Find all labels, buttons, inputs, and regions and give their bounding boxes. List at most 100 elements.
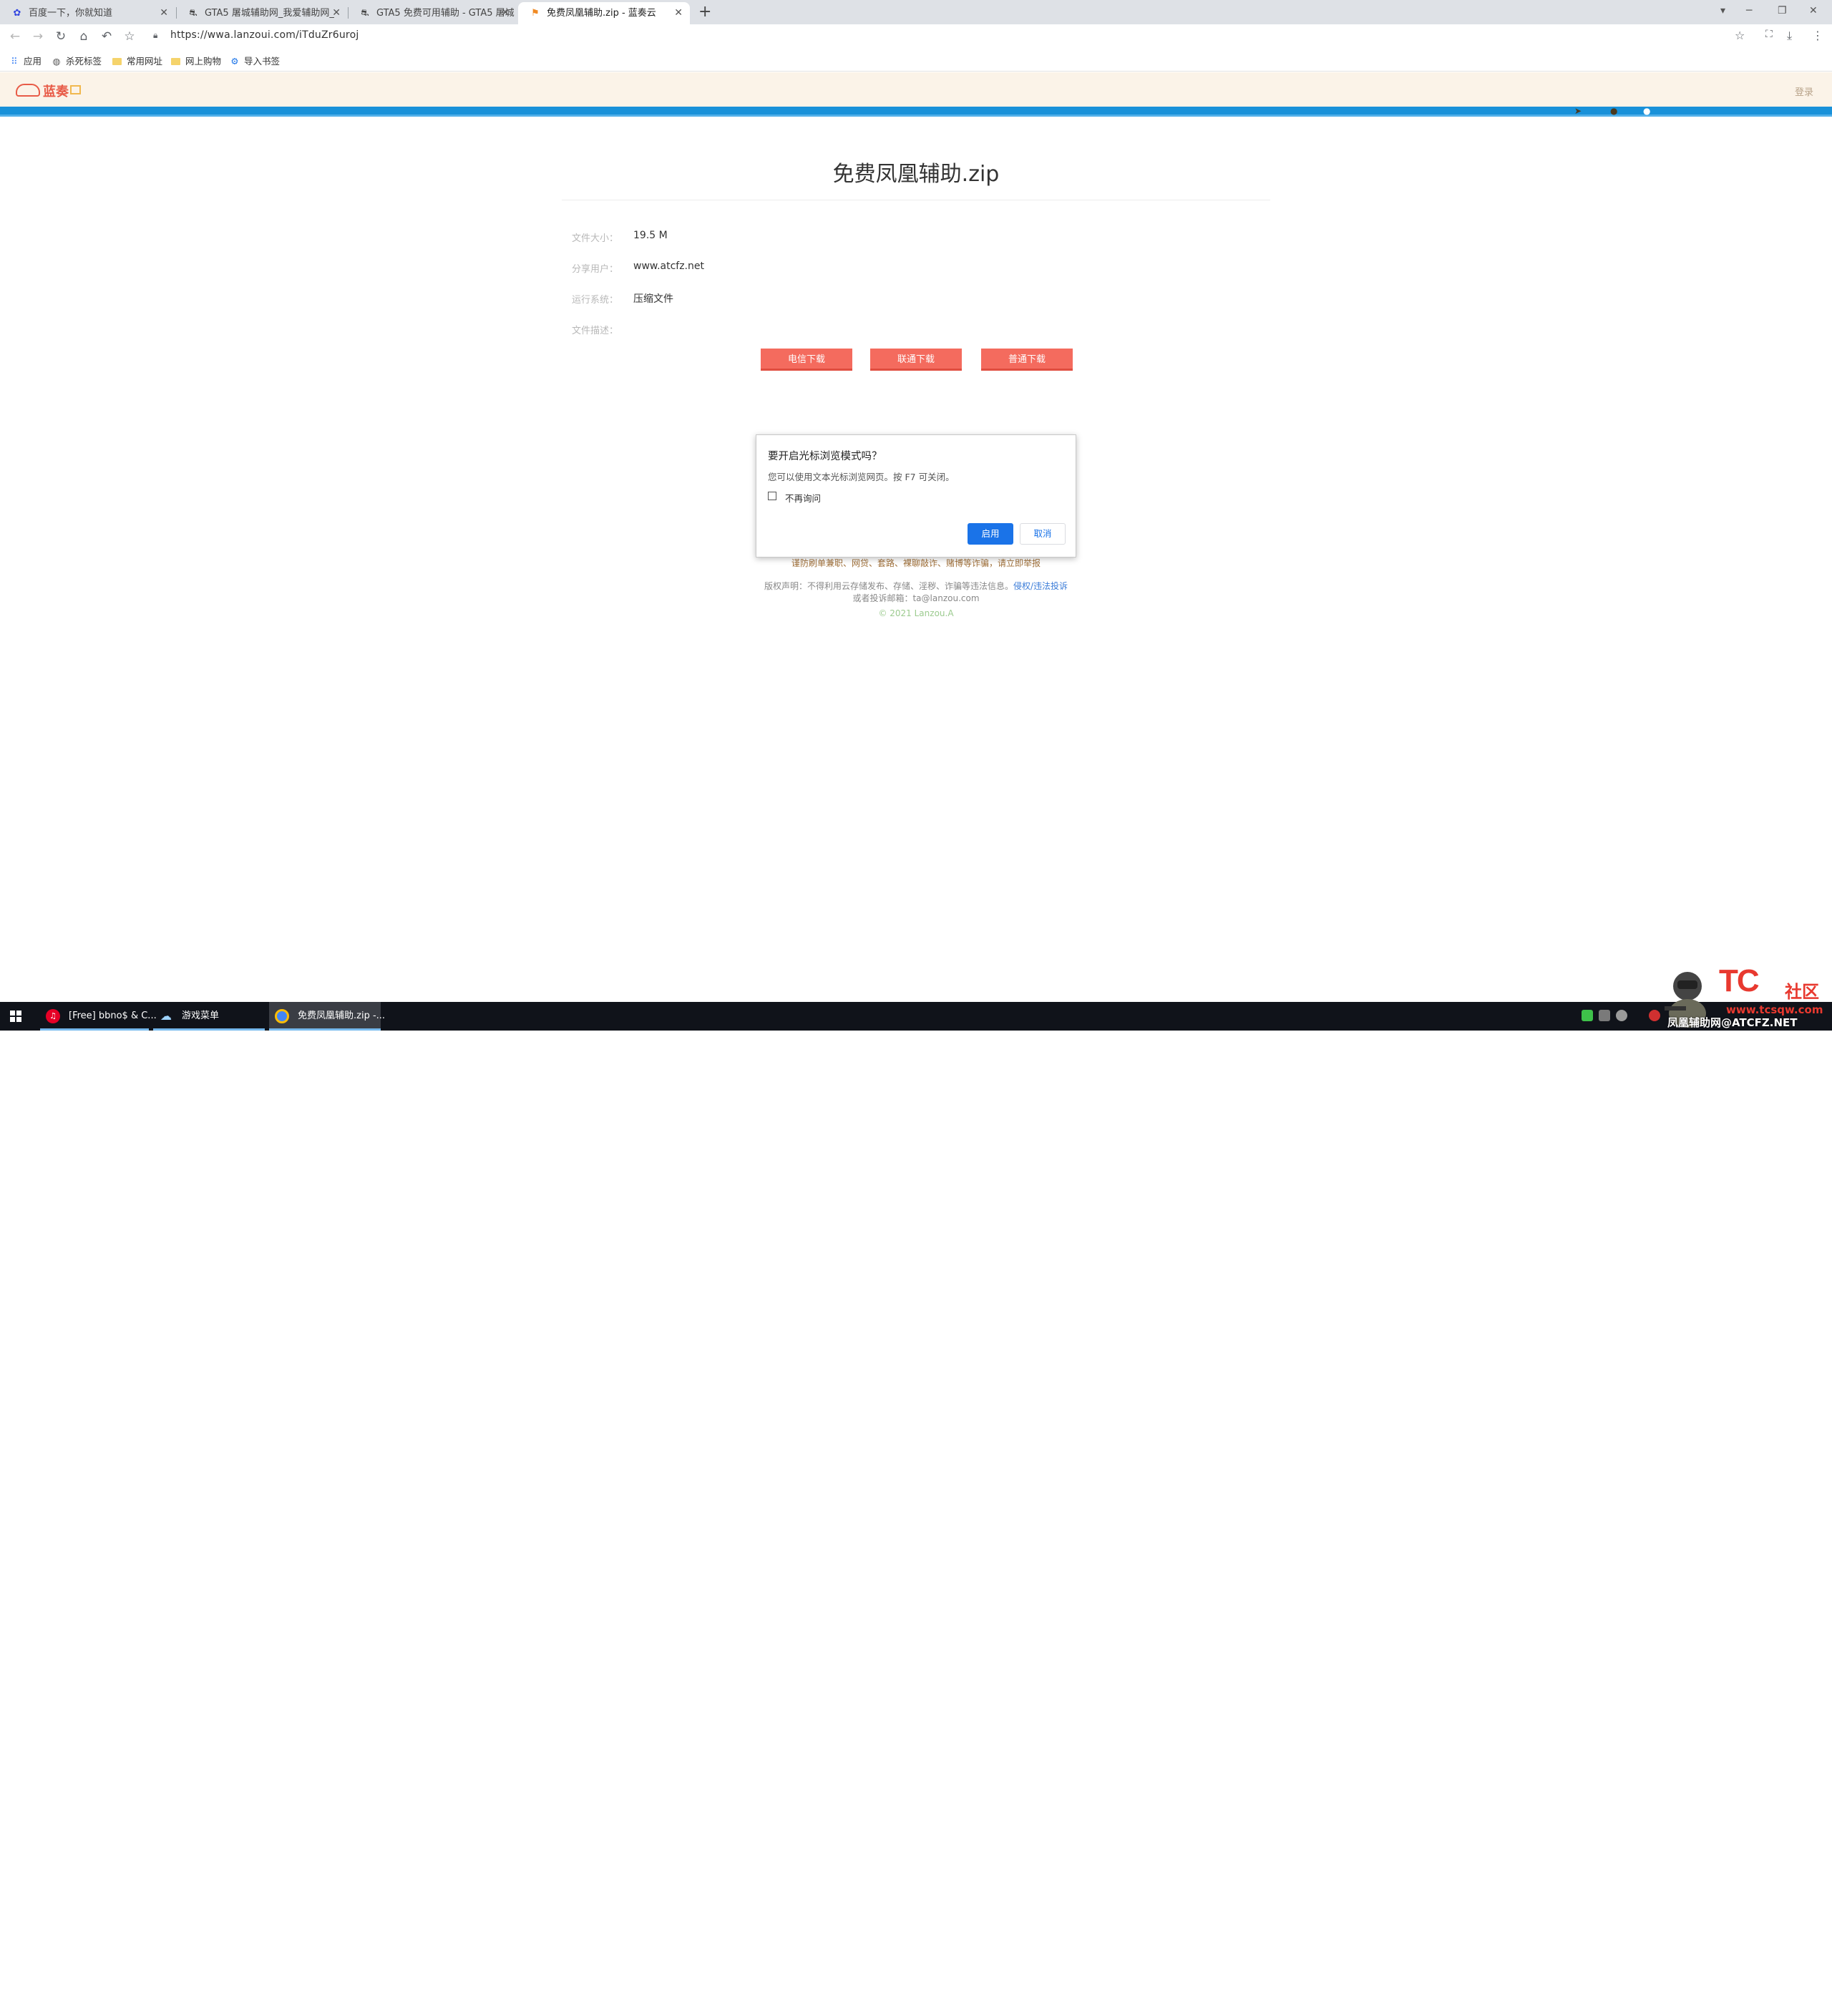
apps-grid-icon: ⠿	[11, 56, 18, 67]
bookmark-label: 杀死标签	[66, 56, 102, 67]
baidu-paw-icon: ✿	[13, 8, 21, 19]
app-tray-icon[interactable]	[1599, 1010, 1610, 1021]
windows-start-icon[interactable]	[10, 1011, 21, 1022]
restore-icon[interactable]: ❐	[1778, 0, 1787, 21]
tab-gta5-tucheng[interactable]: ⛐ GTA5 屠城辅助网_我爱辅助网_ ✕	[176, 2, 348, 24]
tab-title: GTA5 屠城辅助网_我爱辅助网_	[205, 8, 334, 19]
clock[interactable]: 1:35	[1793, 2007, 1811, 2016]
cancel-button[interactable]: 取消	[1020, 523, 1066, 545]
login-link[interactable]: 登录	[1795, 84, 1813, 98]
taskbar-label: 免费凤凰辅助.zip -...	[298, 1011, 386, 1021]
folder-icon	[112, 58, 122, 65]
copyright-notice: 版权声明：不得利用云存储发布、存储、淫秽、诈骗等违法信息。侵权/违法投诉	[0, 580, 1832, 592]
os-value: 压缩文件	[633, 293, 673, 305]
header-accent-bar: ➤ ● ●	[0, 107, 1832, 117]
tab-title: GTA5 免费可用辅助 - GTA5 屠城	[376, 8, 515, 19]
bookmark-label: 应用	[24, 56, 42, 67]
cloud-logo-icon	[16, 84, 40, 97]
taskbar-label: 游戏菜单	[182, 1011, 220, 1021]
minimize-icon[interactable]: ─	[1746, 0, 1752, 21]
forward-icon[interactable]: →	[30, 29, 46, 44]
taskbar-item-game-menu[interactable]: ☁ 游戏菜单	[153, 1002, 265, 1031]
browser-toolbar: ← → ↻ ⌂ ↶ ☆ 🔒︎ https://wwa.lanzoui.com/i…	[0, 24, 1832, 49]
bookmark-apps[interactable]: ⠿ 应用	[9, 54, 42, 67]
sparkle-icon: ●	[1643, 106, 1651, 116]
home-icon[interactable]: ⌂	[76, 29, 92, 44]
netease-music-icon: ♫	[46, 1009, 60, 1023]
file-title: 免费凤凰辅助.zip	[832, 162, 1000, 187]
close-icon[interactable]: ✕	[332, 2, 341, 24]
caret-browsing-dialog: 要开启光标浏览模式吗？ 您可以使用文本光标浏览网页。按 F7 可关闭。 不再询问…	[756, 434, 1076, 557]
mascot-icon: ●	[1610, 106, 1618, 116]
normal-download-button[interactable]: 普通下载	[981, 349, 1073, 371]
network-tray-icon[interactable]	[1616, 1010, 1627, 1021]
copyright-notice-text: 版权声明：不得利用云存储发布、存储、淫秽、诈骗等违法信息。	[764, 581, 1013, 591]
download-icon[interactable]: ⤓	[1787, 29, 1792, 43]
gta-logo-icon: ⛐	[189, 8, 198, 19]
dont-ask-label[interactable]: 不再询问	[785, 491, 821, 505]
globe-icon: ◍	[52, 56, 61, 67]
site-header: 蓝奏 登录	[0, 72, 1832, 107]
complaint-link[interactable]: 侵权/违法投诉	[1013, 581, 1068, 591]
community-watermark: 社区	[1785, 982, 1819, 1002]
chrome-icon	[275, 1009, 289, 1023]
tab-title: 免费凤凰辅助.zip - 蓝奏云	[547, 8, 656, 19]
os-label: 运行系统：	[572, 295, 619, 306]
site-logo-text[interactable]: 蓝奏	[43, 82, 69, 100]
watermark-caption: 凤凰辅助网@ATCFZ.NET	[1667, 1016, 1798, 1029]
dont-ask-checkbox[interactable]	[768, 492, 776, 500]
tab-gta5-free[interactable]: ⛐ GTA5 免费可用辅助 - GTA5 屠城 ✕	[348, 2, 517, 24]
telecom-download-button[interactable]: 电信下载	[761, 349, 852, 371]
dialog-title: 要开启光标浏览模式吗？	[768, 451, 882, 462]
wechat-tray-icon[interactable]	[1582, 1010, 1593, 1021]
taskbar-label: [Free] bbno$ & C...	[69, 1011, 157, 1021]
file-size-value: 19.5 M	[633, 230, 668, 241]
bookmark-common-sites[interactable]: 常用网址	[112, 54, 162, 67]
gta-logo-icon: ⛐	[361, 8, 369, 19]
bookmark-label: 常用网址	[127, 56, 163, 67]
share-user-value: www.atcfz.net	[633, 260, 704, 272]
crop-icon[interactable]: ⛶	[1765, 29, 1773, 40]
dialog-description: 您可以使用文本光标浏览网页。按 F7 可关闭。	[768, 472, 955, 482]
tab-strip: ✿ 百度一下，你就知道 ✕ ⛐ GTA5 屠城辅助网_我爱辅助网_ ✕ ⛐ GT…	[0, 0, 1832, 24]
close-icon[interactable]: ✕	[674, 2, 683, 24]
bookmark-star-icon[interactable]: ☆	[122, 29, 137, 44]
enable-button[interactable]: 启用	[968, 523, 1013, 545]
folder-icon	[171, 58, 180, 65]
menu-icon[interactable]: ⋮	[1812, 29, 1823, 42]
taskbar: ♫ [Free] bbno$ & C... ☁ 游戏菜单 免费凤凰辅助.zip …	[0, 1002, 1832, 2016]
window-close-icon[interactable]: ✕	[1809, 0, 1818, 21]
close-icon[interactable]: ✕	[501, 2, 510, 24]
bookmark-import[interactable]: ⚙ 导入书签	[230, 54, 280, 67]
tab-title: 百度一下，你就知道	[29, 8, 113, 19]
taskbar-item-chrome[interactable]: 免费凤凰辅助.zip -...	[269, 1002, 385, 1031]
tab-lanzou[interactable]: ⚑ 免费凤凰辅助.zip - 蓝奏云 ✕	[518, 2, 690, 24]
reload-icon[interactable]: ↻	[53, 29, 69, 44]
lock-icon: 🔒︎	[153, 30, 158, 40]
fraud-warning: 谨防刷单兼职、网贷、套路、裸聊敲诈、赌博等诈骗，请立即举报	[791, 558, 1041, 568]
bookmark-label: 导入书签	[244, 56, 281, 67]
bookmark-kill-tabs[interactable]: ◍ 杀死标签	[52, 54, 102, 67]
description-label: 文件描述：	[572, 326, 619, 336]
unicom-download-button[interactable]: 联通下载	[870, 349, 962, 371]
tab-search-icon[interactable]: ▾	[1720, 0, 1725, 21]
back-icon[interactable]: ←	[7, 29, 23, 44]
tc-brand-watermark: TC	[1719, 963, 1760, 998]
new-tab-button[interactable]: +	[698, 1, 711, 23]
share-user-label: 分享用户：	[572, 264, 619, 275]
tab-baidu[interactable]: ✿ 百度一下，你就知道 ✕	[0, 2, 175, 24]
undo-close-icon[interactable]: ↶	[99, 29, 114, 44]
bird-icon: ➤	[1574, 106, 1582, 116]
star-icon[interactable]: ☆	[1735, 29, 1745, 42]
complaint-email: 或者投诉邮箱：ta@lanzou.com	[852, 593, 980, 603]
bookmark-shopping[interactable]: 网上购物	[171, 54, 221, 67]
close-icon[interactable]: ✕	[160, 2, 168, 24]
bookmark-label: 网上购物	[185, 56, 222, 67]
gear-icon: ⚙	[230, 56, 239, 67]
address-bar[interactable]: https://wwa.lanzoui.com/iTduZr6uroj	[170, 29, 359, 41]
bookmarks-bar: ⠿ 应用 ◍ 杀死标签 常用网址 网上购物 ⚙ 导入书签	[0, 49, 1832, 72]
logo-mark-icon	[70, 85, 81, 94]
taskbar-item-music[interactable]: ♫ [Free] bbno$ & C...	[40, 1002, 157, 1031]
cloud-icon: ☁	[160, 1009, 172, 1023]
copyright: © 2021 Lanzou.A	[878, 608, 954, 618]
